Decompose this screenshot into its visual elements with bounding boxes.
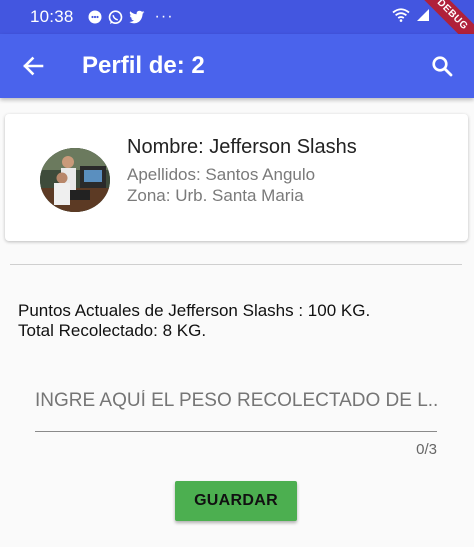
twitter-icon bbox=[128, 10, 145, 24]
search-button[interactable] bbox=[426, 50, 458, 82]
whatsapp-icon bbox=[108, 9, 122, 24]
avatar-photo bbox=[40, 148, 110, 212]
back-button[interactable] bbox=[0, 34, 66, 98]
status-time: 10:38 bbox=[30, 7, 74, 26]
profile-info: Nombre: Jefferson Slashs Apellidos: Sant… bbox=[127, 136, 357, 206]
profile-zone: Zona: Urb. Santa Maria bbox=[127, 186, 304, 205]
points-summary: Puntos Actuales de Jefferson Slashs : 10… bbox=[18, 301, 370, 341]
signal-icon bbox=[417, 9, 429, 21]
divider bbox=[10, 264, 462, 265]
profile-surnames: Apellidos: Santos Angulo bbox=[127, 165, 316, 184]
arrow-back-icon bbox=[23, 56, 44, 76]
status-right-icons bbox=[392, 8, 430, 22]
current-points-text: Puntos Actuales de Jefferson Slashs : 10… bbox=[18, 301, 371, 320]
character-counter: 0/3 bbox=[416, 441, 437, 458]
app-bar: Perfil de: 2 bbox=[0, 34, 474, 98]
wifi-icon bbox=[392, 8, 410, 22]
save-button[interactable]: GUARDAR bbox=[175, 481, 297, 521]
weight-input[interactable] bbox=[35, 380, 437, 432]
notification-icons: ··· bbox=[88, 8, 174, 26]
more-notifications-icon: ··· bbox=[154, 8, 174, 25]
weight-field[interactable] bbox=[35, 380, 437, 432]
profile-card[interactable]: Nombre: Jefferson Slashs Apellidos: Sant… bbox=[5, 114, 468, 241]
status-bar: 10:38 ··· DEBUG bbox=[0, 0, 474, 56]
chat-notification-icon bbox=[88, 10, 102, 24]
search-icon bbox=[432, 56, 453, 77]
page-title: Perfil de: 2 bbox=[82, 52, 205, 79]
total-collected-text: Total Recolectado: 8 KG. bbox=[18, 321, 207, 340]
profile-name: Nombre: Jefferson Slashs bbox=[127, 136, 357, 158]
avatar bbox=[40, 148, 110, 212]
